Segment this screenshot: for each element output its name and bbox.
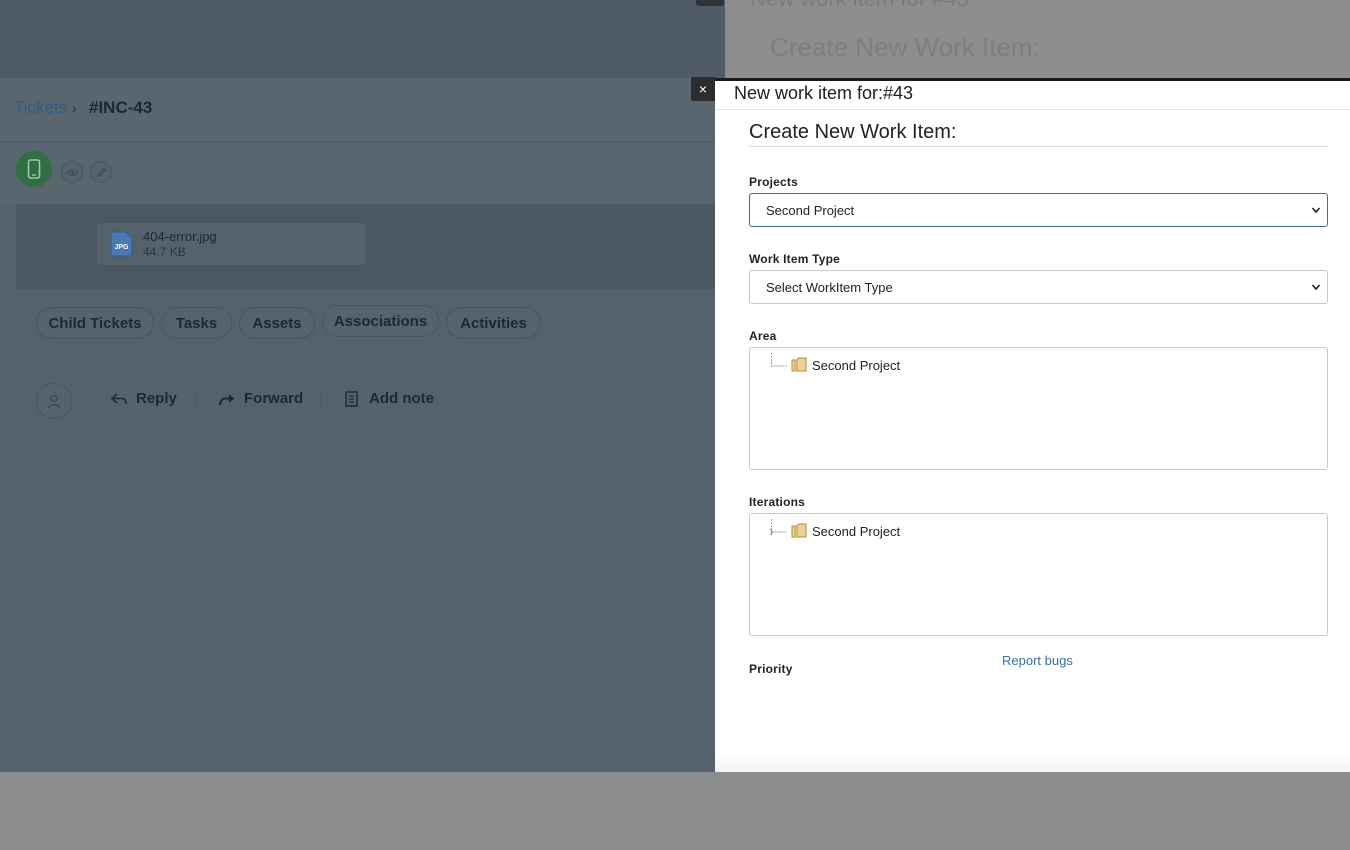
add-note-button[interactable]: Add note <box>343 390 434 407</box>
user-icon <box>47 394 61 409</box>
forward-button[interactable]: Forward <box>218 390 303 407</box>
projects-label: Projects <box>749 175 798 189</box>
priority-label: Priority <box>749 662 793 676</box>
modal-title: New work item for:#43 <box>734 83 914 103</box>
svg-text:JPG: JPG <box>114 244 129 251</box>
tree-connector <box>771 353 787 367</box>
work-item-type-select[interactable]: Select WorkItem Type <box>749 270 1328 304</box>
chevron-down-icon <box>1311 207 1321 214</box>
note-icon <box>345 390 358 407</box>
breadcrumb-tickets-link[interactable]: Tickets <box>14 98 67 118</box>
phone-icon <box>27 159 41 179</box>
tab-activities[interactable]: Activities <box>446 307 541 339</box>
attachment-size: 44.7 KB <box>143 245 186 259</box>
attachment-name: 404-error.jpg <box>143 229 217 244</box>
folder-icon <box>791 523 807 538</box>
ghost-heading: Create New Work Item: <box>770 32 1040 62</box>
close-icon[interactable]: × <box>691 77 715 101</box>
user-avatar <box>36 383 72 419</box>
bottom-fade <box>0 772 725 850</box>
iterations-tree-node[interactable]: Second Project <box>812 524 900 539</box>
work-item-type-value: Select WorkItem Type <box>766 279 893 295</box>
reply-icon <box>110 392 127 404</box>
breadcrumb-current: #INC-43 <box>89 98 153 117</box>
folder-icon <box>791 357 807 372</box>
projects-select-value: Second Project <box>766 202 855 218</box>
tree-connector <box>770 519 787 535</box>
eye-icon[interactable] <box>61 161 83 183</box>
tab-child-tickets[interactable]: Child Tickets <box>36 307 154 339</box>
chevron-right-icon: › <box>72 100 77 116</box>
reply-button[interactable]: Reply <box>110 390 177 407</box>
area-tree-node[interactable]: Second Project <box>812 358 900 373</box>
forward-icon <box>219 393 234 405</box>
add-note-label: Add note <box>369 390 434 407</box>
modal-bottom-fade <box>715 752 1350 772</box>
divider <box>196 392 197 410</box>
reply-label: Reply <box>136 390 177 407</box>
chevron-down-icon <box>1311 284 1321 291</box>
form-heading: Create New Work Item: <box>749 121 957 143</box>
jpg-file-icon: JPG <box>110 231 133 257</box>
attachment-card[interactable] <box>96 222 367 266</box>
heading-divider <box>749 146 1328 147</box>
work-item-type-label: Work Item Type <box>749 252 841 266</box>
tab-tasks[interactable]: Tasks <box>161 307 232 339</box>
tab-associations[interactable]: Associations <box>322 305 439 337</box>
projects-select[interactable]: Second Project <box>749 193 1328 227</box>
phone-avatar <box>16 151 52 187</box>
pencil-icon[interactable] <box>90 161 112 183</box>
iterations-label: Iterations <box>749 495 806 509</box>
area-label: Area <box>749 329 777 343</box>
divider <box>321 392 322 410</box>
tab-assets[interactable]: Assets <box>239 307 315 339</box>
ghost-button <box>696 0 724 6</box>
report-bugs-link[interactable]: Report bugs <box>1002 653 1073 668</box>
ghost-title: New work item for #43 <box>750 0 969 12</box>
forward-label: Forward <box>244 390 304 407</box>
